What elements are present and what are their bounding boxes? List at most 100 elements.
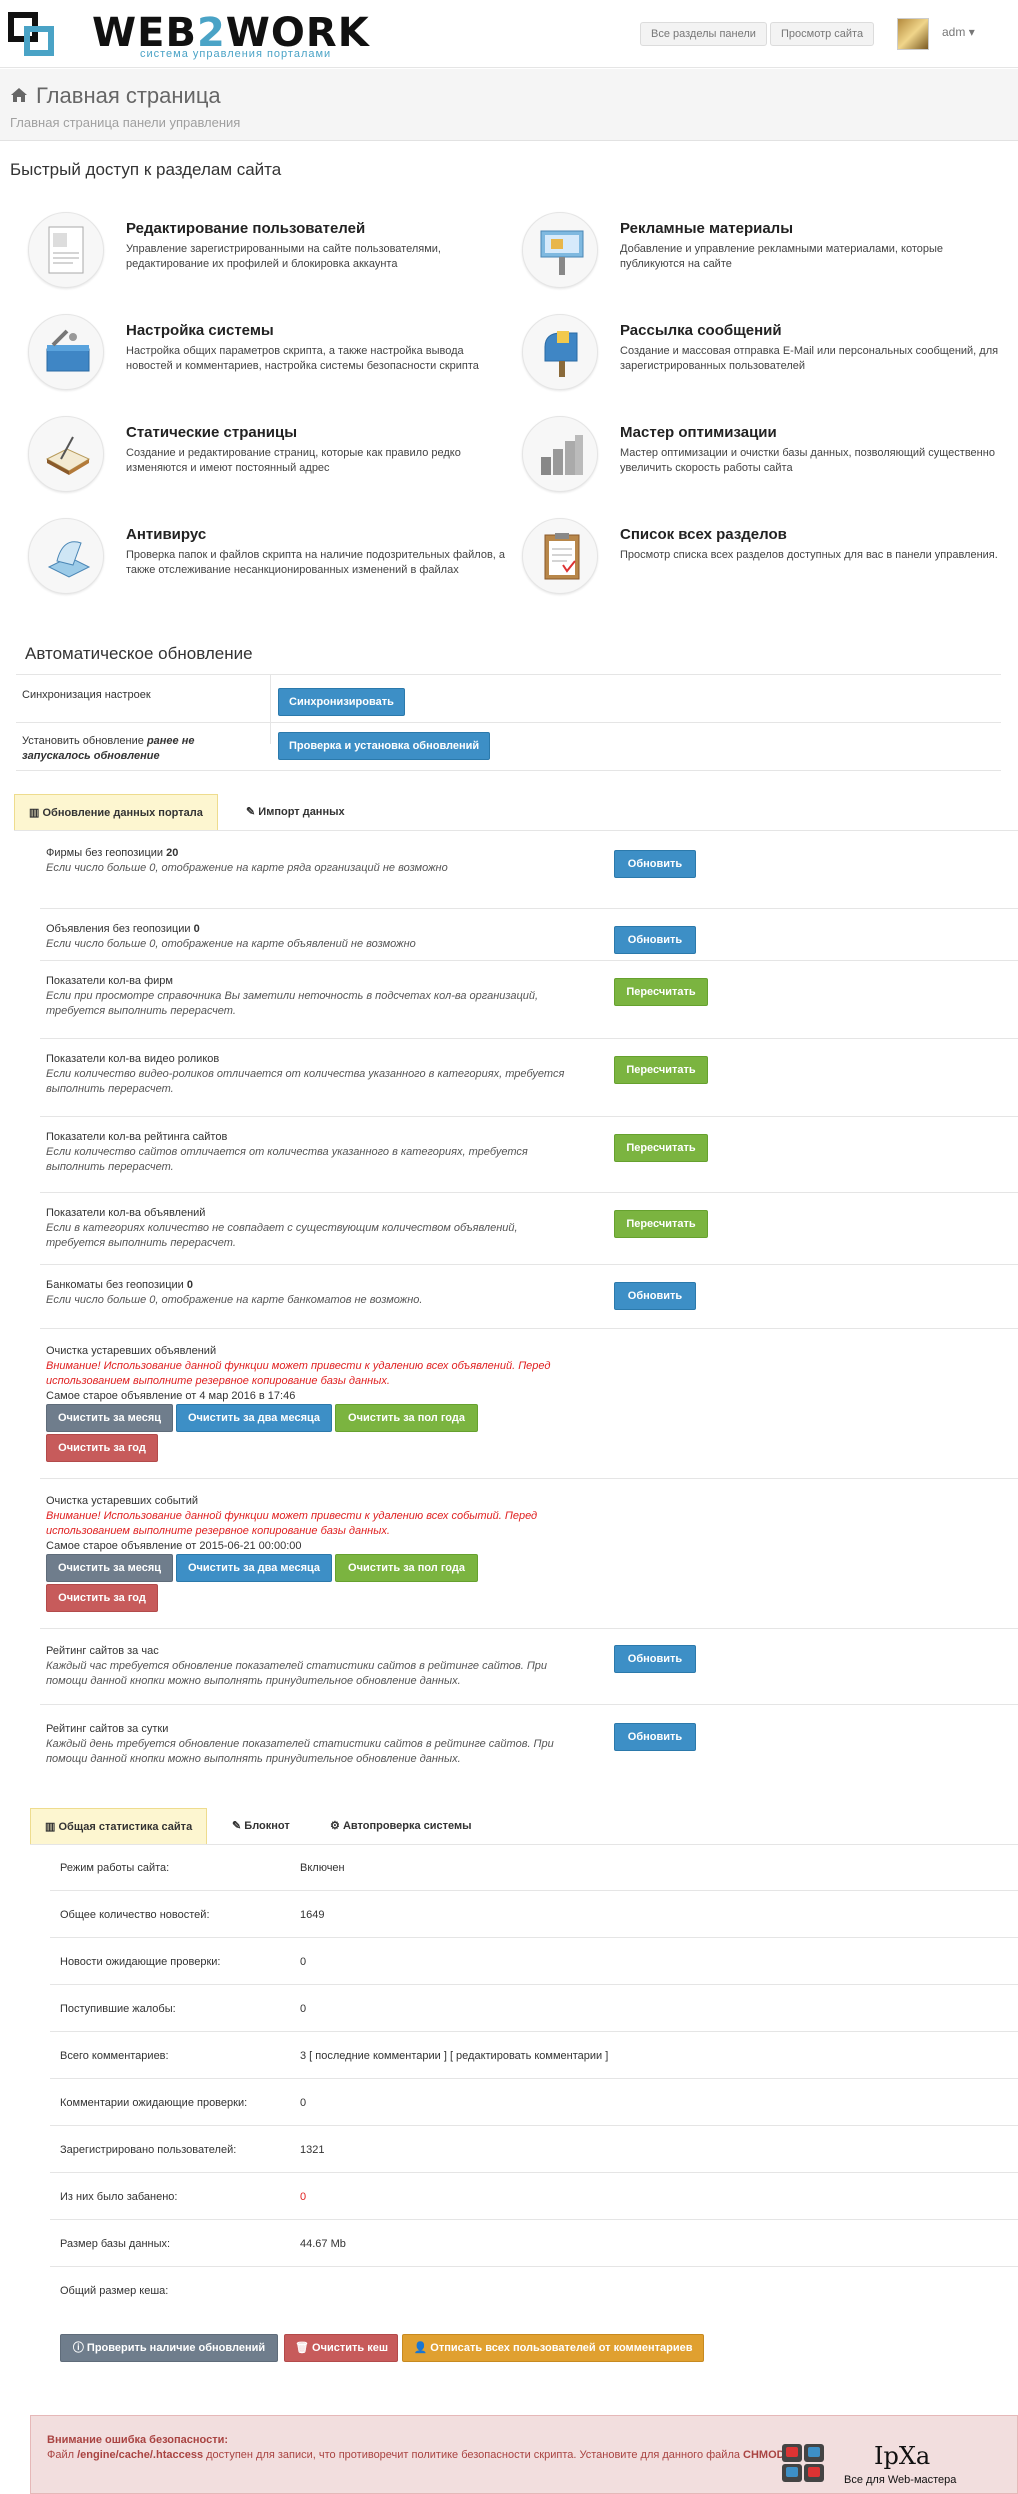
avatar[interactable] <box>897 18 929 50</box>
stat-label: Общий размер кеша: <box>60 2285 169 2297</box>
all-sections-button[interactable]: Все разделы панели <box>640 22 767 46</box>
clear-month-button[interactable]: Очистить за месяц <box>46 1554 173 1582</box>
recalculate-button[interactable]: Пересчитать <box>614 1134 708 1162</box>
gear-icon: ⚙ <box>330 1820 340 1832</box>
users-doc-icon <box>28 212 104 288</box>
cleanup-events-warning: Внимание! Использование данной функции м… <box>46 1510 538 1537</box>
divider <box>50 2172 1018 2173</box>
stat-value: 44.67 Mb <box>300 2238 346 2250</box>
tab-portal-update[interactable]: ▥ Обновление данных портала <box>14 794 218 830</box>
tab-import[interactable]: ✎ Импорт данных <box>246 794 345 830</box>
trash-icon: 🗑 <box>295 2342 309 2354</box>
clear-half-year-button[interactable]: Очистить за пол года <box>335 1554 478 1582</box>
edit-icon: ✎ <box>246 806 256 818</box>
cleanup-ads-label: Очистка устаревших объявлений <box>46 1345 217 1357</box>
cleanup-ads-oldest: Самое старое объявление от 4 мар 2016 в … <box>46 1390 296 1402</box>
alert-title: Внимание ошибка безопасности: <box>47 2434 229 2446</box>
update-button[interactable]: Обновить <box>614 926 696 954</box>
quick-item-title: Мастер оптимизации <box>620 424 777 441</box>
ipxa-tagline: Все для Web-мастера <box>844 2474 957 2486</box>
info-icon: ⓘ <box>72 2342 84 2354</box>
divider <box>40 908 1018 909</box>
portal-row-label: Показатели кол-ва объявлений <box>46 1207 206 1219</box>
page-title: Главная страница <box>10 83 221 109</box>
portal-row-label: Показатели кол-ва видео роликов <box>46 1053 220 1065</box>
quick-item-static-pages[interactable]: Статические страницы Создание и редактир… <box>28 416 508 506</box>
stat-value: 1321 <box>300 2144 325 2156</box>
recalculate-button[interactable]: Пересчитать <box>614 978 708 1006</box>
clear-two-months-button[interactable]: Очистить за два месяца <box>176 1404 332 1432</box>
portal-row-note: Если число больше 0, отображение на карт… <box>46 938 416 950</box>
quick-item-desc: Добавление и управление рекламными матер… <box>620 243 943 270</box>
quick-item-mailing[interactable]: Рассылка сообщений Создание и массовая о… <box>522 314 1002 404</box>
stat-label: Комментарии ожидающие проверки: <box>60 2097 248 2109</box>
divider <box>40 1628 1018 1629</box>
quick-item-antivirus[interactable]: Антивирус Проверка папок и файлов скрипт… <box>28 518 508 608</box>
user-icon: 👤 <box>413 2342 428 2354</box>
book-icon <box>28 416 104 492</box>
chart-icon: ▥ <box>45 1821 56 1833</box>
quick-item-title: Антивирус <box>126 526 207 543</box>
tab-system-autocheck[interactable]: ⚙ Автопроверка системы <box>330 1808 472 1844</box>
clear-half-year-button[interactable]: Очистить за пол года <box>335 1404 478 1432</box>
stat-value: 0 <box>300 2097 307 2109</box>
clear-cache-button[interactable]: 🗑 Очистить кеш <box>284 2334 398 2362</box>
check-updates-button[interactable]: ⓘ Проверить наличие обновлений <box>60 2334 278 2362</box>
portal-row-label: Банкоматы без геопозиции 0 <box>46 1279 193 1291</box>
stat-value: 0 <box>300 2003 307 2015</box>
stat-label: Всего комментариев: <box>60 2050 169 2062</box>
quick-item-optimization[interactable]: Мастер оптимизации Мастер оптимизации и … <box>522 416 1002 506</box>
stat-label: Зарегистрировано пользователей: <box>60 2144 237 2156</box>
chevron-down-icon: ▾ <box>968 25 975 39</box>
clear-year-button[interactable]: Очистить за год <box>46 1434 158 1462</box>
unsubscribe-all-button[interactable]: 👤 Отписать всех пользователей от коммент… <box>402 2334 704 2362</box>
cleanup-events-oldest: Самое старое объявление от 2015-06-21 00… <box>46 1540 302 1552</box>
home-icon <box>11 88 27 102</box>
portal-row-label: Показатели кол-ва рейтинга сайтов <box>46 1131 228 1143</box>
tab-notepad[interactable]: ✎ Блокнот <box>232 1808 290 1844</box>
clear-two-months-button[interactable]: Очистить за два месяца <box>176 1554 332 1582</box>
recalculate-button[interactable]: Пересчитать <box>614 1210 708 1238</box>
logo-mark[interactable] <box>8 12 88 60</box>
rating-day-note: Каждый день требуется обновление показат… <box>46 1738 554 1765</box>
stat-label: Из них было забанено: <box>60 2191 178 2203</box>
quick-item-title: Рекламные материалы <box>620 220 794 237</box>
cleanup-events-label: Очистка устаревших событий <box>46 1495 198 1507</box>
stat-label: Режим работы сайта: <box>60 1862 170 1874</box>
quick-item-desc: Проверка папок и файлов скрипта на налич… <box>126 549 506 576</box>
divider <box>40 1192 1018 1193</box>
check-install-updates-button[interactable]: Проверка и установка обновлений <box>278 732 491 760</box>
clear-year-button[interactable]: Очистить за год <box>46 1584 158 1612</box>
quick-item-desc: Управление зарегистрированными на сайте … <box>126 243 441 270</box>
chart-icon: ▥ <box>29 807 40 819</box>
recalculate-button[interactable]: Пересчитать <box>614 1056 708 1084</box>
portal-row-note: Если число больше 0, отображение на карт… <box>46 1294 423 1306</box>
tab-general-stats[interactable]: ▥ Общая статистика сайта <box>30 1808 208 1844</box>
divider <box>14 830 1018 831</box>
clipboard-icon <box>522 518 598 594</box>
quick-item-desc: Создание и массовая отправка E-Mail или … <box>620 345 999 372</box>
stat-value[interactable]: 3 [ последние комментарии ] [ редактиров… <box>300 2050 608 2062</box>
stat-value: Включен <box>300 1862 345 1874</box>
quick-item-ads[interactable]: Рекламные материалы Добавление и управле… <box>522 212 1002 302</box>
quick-item-system-settings[interactable]: Настройка системы Настройка общих параме… <box>28 314 508 404</box>
rating-hour-update-button[interactable]: Обновить <box>614 1645 696 1673</box>
portal-row-note: Если при просмотре справочника Вы замети… <box>46 990 539 1017</box>
divider <box>30 1844 1018 1845</box>
portal-row-note: Если количество видео-роликов отличается… <box>46 1068 565 1095</box>
sync-button[interactable]: Синхронизировать <box>278 688 405 716</box>
divider <box>40 1116 1018 1117</box>
clear-month-button[interactable]: Очистить за месяц <box>46 1404 173 1432</box>
update-button[interactable]: Обновить <box>614 1282 696 1310</box>
divider <box>16 722 1001 723</box>
rating-day-update-button[interactable]: Обновить <box>614 1723 696 1751</box>
quick-item-users[interactable]: Редактирование пользователей Управление … <box>28 212 508 302</box>
quick-access-heading: Быстрый доступ к разделам сайта <box>10 160 282 179</box>
divider <box>50 2125 1018 2126</box>
cubes-icon <box>782 2444 824 2482</box>
quick-item-all-sections[interactable]: Список всех разделов Просмотр списка все… <box>522 518 1002 608</box>
quick-item-title: Список всех разделов <box>620 526 787 543</box>
user-menu[interactable]: adm ▾ <box>942 25 975 39</box>
update-button[interactable]: Обновить <box>614 850 696 878</box>
view-site-button[interactable]: Просмотр сайта <box>770 22 875 46</box>
